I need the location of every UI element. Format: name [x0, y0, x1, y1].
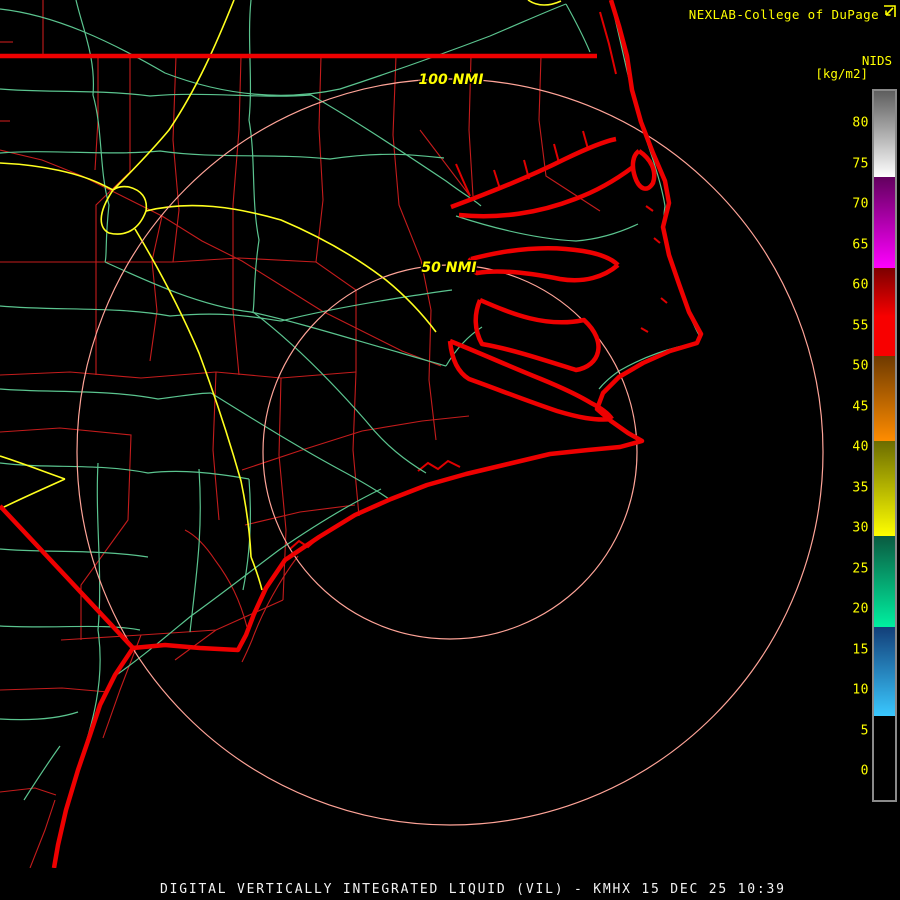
- scale-segment: [874, 536, 895, 627]
- color-scale-bar: [872, 89, 897, 802]
- highway-network-yellow: [0, 0, 562, 591]
- radar-product-view: 100 NMI 50 NMI NEXLAB-College of DuPage …: [0, 0, 900, 900]
- scale-tick-label: 10: [852, 682, 869, 698]
- scale-tick-label: 75: [852, 156, 869, 171]
- scale-units: [kg/m2]: [815, 66, 868, 81]
- scale-tick-label: 30: [852, 520, 869, 536]
- product-caption: DIGITAL VERTICALLY INTEGRATED LIQUID (VI…: [160, 882, 786, 897]
- road-network-green: [0, 0, 700, 868]
- range-rings: [76, 78, 824, 826]
- radar-map: 100 NMI 50 NMI: [0, 0, 824, 868]
- scale-tick-label: 0: [860, 763, 869, 779]
- scale-segment: [874, 268, 895, 356]
- scale-tick-label: 5: [860, 723, 869, 738]
- scale-tick-label: 25: [852, 561, 869, 576]
- scale-segment: [874, 441, 895, 536]
- range-ring-label-50nmi: 50 NMI: [421, 260, 476, 276]
- scale-tick-label: 55: [852, 318, 869, 333]
- scale-segment: [874, 356, 895, 441]
- credit-text: NEXLAB-College of DuPage: [688, 7, 879, 22]
- scale-segment: [874, 91, 895, 177]
- scale-segment: [874, 627, 895, 716]
- scale-tick-label: 40: [852, 439, 869, 455]
- scale-tick-label: 50: [852, 358, 869, 374]
- scale-tick-label: 20: [852, 601, 869, 617]
- scale-segment: [874, 177, 895, 268]
- scale-tick-label: 65: [852, 237, 869, 252]
- scale-tick-label: 80: [852, 115, 869, 131]
- shoreline-detail: [289, 11, 668, 550]
- scale-tick-label: 45: [852, 399, 869, 414]
- cod-logo-icon: [884, 5, 896, 17]
- coastline: [0, 0, 704, 868]
- scale-tick-label: 70: [852, 196, 869, 212]
- scale-tick-label: 35: [852, 480, 869, 495]
- range-ring-100nmi: [76, 78, 824, 826]
- scale-tick-label: 15: [852, 642, 869, 657]
- scale-tick-label: 60: [852, 277, 869, 293]
- range-ring-label-100nmi: 100 NMI: [419, 72, 484, 88]
- scale-segment: [874, 716, 895, 800]
